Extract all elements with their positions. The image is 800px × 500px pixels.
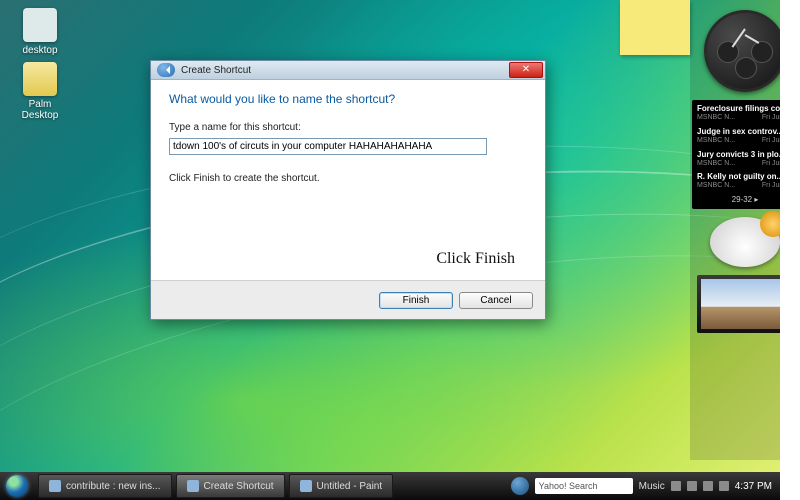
system-tray: Yahoo! Search Music 4:37 PM [511, 477, 780, 495]
desktop-icon-desktop[interactable]: desktop [10, 8, 70, 56]
start-button[interactable] [0, 472, 34, 500]
shortcut-name-input[interactable] [169, 138, 487, 155]
clock-hand-icon [732, 28, 746, 47]
music-toolbar-label[interactable]: Music [639, 481, 665, 492]
cancel-button[interactable]: Cancel [459, 292, 533, 309]
hp-advisor-icon[interactable] [511, 477, 529, 495]
clock-subdial-icon [751, 41, 773, 63]
wizard-heading: What would you like to name the shortcut… [169, 92, 527, 106]
wizard-hint: Click Finish to create the shortcut. [169, 173, 527, 184]
taskbar-clock[interactable]: 4:37 PM [735, 481, 772, 492]
finish-button[interactable]: Finish [379, 292, 453, 309]
taskbar-button-create-shortcut[interactable]: Create Shortcut [176, 474, 285, 498]
close-button[interactable]: ✕ [509, 62, 543, 78]
clock-subdial-icon [735, 57, 757, 79]
taskbar-label: Untitled - Paint [317, 481, 383, 492]
tray-icon[interactable] [719, 481, 729, 491]
clock-gadget[interactable] [704, 10, 786, 92]
wizard-footer: Finish Cancel [151, 280, 545, 319]
window-title: Create Shortcut [181, 65, 251, 76]
window-titlebar[interactable]: Create Shortcut ✕ [151, 61, 545, 80]
icon-label: Palm Desktop [10, 99, 70, 121]
crop-edge [780, 0, 800, 500]
feed-headline: Jury convicts 3 in plo... [697, 150, 793, 160]
start-orb-icon [6, 475, 28, 497]
app-icon [187, 480, 199, 492]
feed-item[interactable]: Foreclosure filings co... MSNBC N...Fri … [697, 104, 793, 123]
feed-headline: Foreclosure filings co... [697, 104, 793, 114]
tray-icon[interactable] [687, 481, 697, 491]
feed-source: MSNBC N... [697, 182, 735, 191]
desktop-icon-palm[interactable]: Palm Desktop [10, 62, 70, 121]
wizard-body: What would you like to name the shortcut… [151, 80, 545, 280]
feed-source: MSNBC N... [697, 114, 735, 123]
handwritten-annotation: Click Finish [436, 250, 515, 268]
yahoo-search-input[interactable]: Yahoo! Search [535, 478, 633, 494]
desktop-glyph-icon [23, 8, 57, 42]
feed-headline: Judge in sex controv... [697, 127, 793, 137]
palm-glyph-icon [23, 62, 57, 96]
icon-label: desktop [10, 45, 70, 56]
cpu-meter-gadget[interactable] [710, 217, 780, 267]
desktop-wallpaper: desktop Palm Desktop Foreclosure filings… [0, 0, 800, 500]
slideshow-gadget[interactable] [697, 275, 793, 333]
create-shortcut-window: Create Shortcut ✕ What would you like to… [150, 60, 546, 320]
feed-item[interactable]: Jury convicts 3 in plo... MSNBC N...Fri … [697, 150, 793, 169]
feed-source: MSNBC N... [697, 137, 735, 146]
feed-source: MSNBC N... [697, 160, 735, 169]
clock-hand-icon [745, 34, 760, 44]
slideshow-image [701, 279, 789, 329]
tray-icon[interactable] [703, 481, 713, 491]
tray-icon[interactable] [671, 481, 681, 491]
app-icon [300, 480, 312, 492]
feed-headline: R. Kelly not guilty on... [697, 172, 793, 182]
shortcut-name-label: Type a name for this shortcut: [169, 122, 527, 133]
back-button[interactable] [157, 63, 175, 77]
clock-subdial-icon [717, 41, 739, 63]
taskbar-button-paint[interactable]: Untitled - Paint [289, 474, 394, 498]
taskbar: contribute : new ins... Create Shortcut … [0, 472, 780, 500]
feed-item[interactable]: R. Kelly not guilty on... MSNBC N...Fri … [697, 172, 793, 191]
feed-pager[interactable]: 29-32 ▸ [697, 195, 793, 205]
app-icon [49, 480, 61, 492]
taskbar-button-contribute[interactable]: contribute : new ins... [38, 474, 172, 498]
feed-item[interactable]: Judge in sex controv... MSNBC N...Fri Ju… [697, 127, 793, 146]
taskbar-label: Create Shortcut [204, 481, 274, 492]
taskbar-label: contribute : new ins... [66, 481, 161, 492]
sticky-note-gadget[interactable] [620, 0, 690, 55]
